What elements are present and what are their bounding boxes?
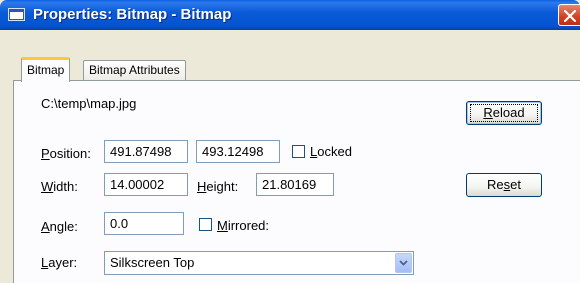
height-input[interactable]: 21.80169	[256, 173, 334, 196]
position-y-input[interactable]: 493.12498	[196, 140, 280, 163]
position-label: Position:	[41, 146, 91, 161]
angle-input[interactable]: 0.0	[104, 212, 184, 235]
layer-select[interactable]: Silkscreen Top	[104, 251, 414, 275]
window-title: Properties: Bitmap - Bitmap	[33, 6, 232, 23]
close-button[interactable]	[558, 4, 580, 26]
reset-button[interactable]: Reset	[466, 173, 542, 197]
title-bar[interactable]: Properties: Bitmap - Bitmap	[0, 0, 580, 30]
layer-label: Layer:	[41, 255, 78, 270]
layer-dropdown-button[interactable]	[395, 253, 412, 273]
mirrored-checkbox[interactable]	[199, 218, 212, 231]
close-icon	[564, 10, 576, 22]
locked-checkbox[interactable]	[292, 145, 305, 158]
width-input[interactable]: 14.00002	[104, 173, 188, 196]
mirrored-label: Mirrored:	[217, 218, 270, 233]
locked-label: Locked	[310, 144, 352, 159]
window-icon	[8, 8, 25, 21]
tab-bitmap-attributes[interactable]: Bitmap Attributes	[83, 60, 186, 81]
angle-label: Angle:	[41, 219, 78, 234]
reload-button[interactable]: Reload	[466, 101, 542, 125]
width-label: Width:	[41, 179, 78, 194]
reload-button-label: Reload	[470, 104, 538, 122]
properties-dialog: Properties: Bitmap - Bitmap Bitmap Bitma…	[0, 0, 580, 283]
height-label: Height:	[197, 179, 239, 194]
file-path-label: C:\temp\map.jpg	[41, 96, 137, 111]
position-x-input[interactable]: 491.87498	[104, 140, 188, 163]
chevron-down-icon	[399, 260, 408, 266]
layer-selected-value: Silkscreen Top	[110, 255, 195, 270]
tab-bitmap[interactable]: Bitmap	[21, 57, 71, 82]
